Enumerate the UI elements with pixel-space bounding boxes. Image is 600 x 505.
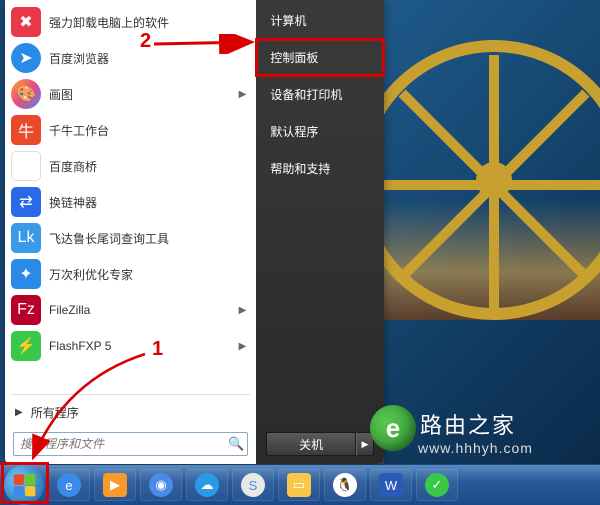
- chrome-icon: ◉: [149, 473, 173, 497]
- program-item-0[interactable]: ✖ 强力卸载电脑上的软件: [5, 4, 256, 40]
- program-label: FileZilla: [49, 303, 239, 317]
- chevron-right-icon: ▶: [239, 341, 247, 352]
- taskbar-item-ie[interactable]: e: [48, 469, 90, 501]
- right-panel-item-0[interactable]: 计算机: [256, 2, 384, 39]
- shutdown-label: 关机: [299, 436, 323, 453]
- search-box[interactable]: 🔍: [13, 432, 248, 456]
- program-label: 换链神器: [49, 194, 250, 211]
- program-label: 飞达鲁长尾词查询工具: [49, 230, 250, 247]
- all-programs-button[interactable]: ▶ 所有程序: [5, 398, 256, 426]
- program-item-3[interactable]: 牛千牛工作台: [5, 112, 256, 148]
- taskbar-item-360[interactable]: ✓: [416, 469, 458, 501]
- taskbar-item-explorer[interactable]: ▭: [278, 469, 320, 501]
- program-item-4[interactable]: 〰百度商桥: [5, 148, 256, 184]
- shutdown-button[interactable]: 关机: [266, 432, 356, 456]
- filezilla-icon: Fz: [11, 295, 41, 325]
- right-panel-item-3[interactable]: 默认程序: [256, 113, 384, 150]
- program-item-1[interactable]: ➤ 百度浏览器: [5, 40, 256, 76]
- huanlian-icon: ⇄: [11, 187, 41, 217]
- uninstall-icon: ✖: [11, 7, 41, 37]
- program-label: 画图: [49, 86, 239, 103]
- right-panel-item-2[interactable]: 设备和打印机: [256, 76, 384, 113]
- program-item-9[interactable]: ⚡ FlashFXP 5▶: [5, 328, 256, 364]
- wanci-icon: ✦: [11, 259, 41, 289]
- program-item-2[interactable]: 🎨 画图▶: [5, 76, 256, 112]
- program-label: 强力卸载电脑上的软件: [49, 14, 250, 31]
- taskbar-item-word[interactable]: W: [370, 469, 412, 501]
- search-icon: 🔍: [225, 436, 247, 452]
- program-label: 千牛工作台: [49, 122, 250, 139]
- paint-icon: 🎨: [11, 79, 41, 109]
- start-menu-left-panel: ✖强力卸载电脑上的软件➤百度浏览器🎨画图▶牛千牛工作台〰百度商桥⇄换链神器Lk飞…: [5, 0, 256, 464]
- cloud-icon: ☁: [195, 473, 219, 497]
- feida-icon: Lk: [11, 223, 41, 253]
- start-menu-right-panel: 计算机控制面板设备和打印机默认程序帮助和支持 关机 ▶: [256, 0, 384, 464]
- sogou-icon: S: [241, 473, 265, 497]
- all-programs-label: 所有程序: [31, 404, 79, 421]
- media-player-icon: ▶: [103, 473, 127, 497]
- separator: [11, 394, 250, 395]
- flashfxp-icon: ⚡: [11, 331, 41, 361]
- start-menu: ✖强力卸载电脑上的软件➤百度浏览器🎨画图▶牛千牛工作台〰百度商桥⇄换链神器Lk飞…: [5, 0, 384, 464]
- chevron-right-icon: ▶: [239, 305, 247, 316]
- program-item-6[interactable]: Lk 飞达鲁长尾词查询工具: [5, 220, 256, 256]
- explorer-icon: ▭: [287, 473, 311, 497]
- baidu-browser-icon: ➤: [11, 43, 41, 73]
- brand-name: 路由之家: [420, 408, 516, 440]
- taskbar-item-sogou[interactable]: S: [232, 469, 274, 501]
- chevron-right-icon: ▶: [239, 89, 247, 100]
- qq-icon: 🐧: [333, 473, 357, 497]
- right-panel-item-4[interactable]: 帮助和支持: [256, 150, 384, 187]
- triangle-right-icon: ▶: [15, 407, 23, 418]
- search-input[interactable]: [14, 437, 225, 451]
- word-icon: W: [379, 473, 403, 497]
- brand-url: www.hhhyh.com: [418, 440, 533, 456]
- taskbar-item-chrome[interactable]: ◉: [140, 469, 182, 501]
- start-button[interactable]: [4, 465, 44, 505]
- windows-logo-icon: [14, 473, 36, 496]
- program-item-8[interactable]: Fz FileZilla▶: [5, 292, 256, 328]
- taskbar-item-qq[interactable]: 🐧: [324, 469, 366, 501]
- program-label: 万次利优化专家: [49, 266, 250, 283]
- ie-icon: e: [57, 473, 81, 497]
- program-item-7[interactable]: ✦ 万次利优化专家: [5, 256, 256, 292]
- 360-icon: ✓: [425, 473, 449, 497]
- shangqiao-icon: 〰: [11, 151, 41, 181]
- right-panel-item-1[interactable]: 控制面板: [256, 39, 384, 76]
- program-list: ✖强力卸载电脑上的软件➤百度浏览器🎨画图▶牛千牛工作台〰百度商桥⇄换链神器Lk飞…: [5, 4, 256, 391]
- taskbar: e ▶ ◉ ☁ S ▭ 🐧 W ✓: [0, 465, 600, 505]
- program-label: 百度商桥: [49, 158, 250, 175]
- program-item-5[interactable]: ⇄ 换链神器: [5, 184, 256, 220]
- program-label: FlashFXP 5: [49, 339, 239, 353]
- qianniu-icon: 牛: [11, 115, 41, 145]
- program-label: 百度浏览器: [49, 50, 250, 67]
- brand-logo-icon: e: [370, 405, 416, 451]
- desktop-wallpaper: [384, 0, 600, 464]
- taskbar-item-media-player[interactable]: ▶: [94, 469, 136, 501]
- taskbar-item-cloud[interactable]: ☁: [186, 469, 228, 501]
- chevron-right-icon: ▶: [362, 439, 369, 450]
